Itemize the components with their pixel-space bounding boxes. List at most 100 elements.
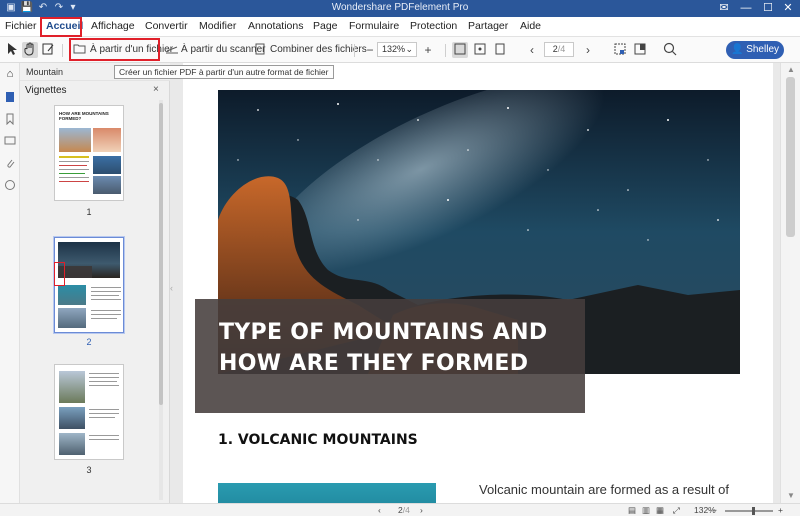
next-page-icon[interactable]: ›: [580, 42, 596, 58]
menu-partager[interactable]: Partager: [468, 20, 508, 32]
thumbnails-icon[interactable]: [3, 91, 17, 105]
search-icon[interactable]: [662, 42, 678, 58]
previous-page-icon[interactable]: ‹: [524, 42, 540, 58]
thumbnail-1-text: [59, 173, 85, 174]
zoom-slider[interactable]: [725, 510, 773, 512]
body-text: Volcanic mountain are formed as a result…: [479, 482, 730, 497]
vertical-scroll-thumb[interactable]: [786, 77, 795, 237]
user-name: Shelley: [746, 44, 780, 55]
document-viewport[interactable]: TYPE OF MOUNTAINS AND HOW ARE THEY FORME…: [170, 63, 780, 503]
zoom-out-button[interactable]: −: [362, 42, 378, 58]
fit-view-icon[interactable]: ⤢: [673, 505, 680, 516]
thumbnail-1-title: HOW ARE MOUNTAINS FORMED?: [59, 111, 109, 121]
page-number-input[interactable]: 2/4: [544, 42, 574, 57]
home-icon[interactable]: ⌂: [3, 67, 17, 81]
comment-icon[interactable]: [3, 135, 17, 149]
menu-affichage[interactable]: Affichage: [91, 20, 135, 32]
menu-modifier[interactable]: Modifier: [199, 20, 236, 32]
toolbar-separator: [445, 44, 446, 57]
tooltip: Créer un fichier PDF à partir d'un autre…: [114, 65, 334, 79]
thumbnail-page-number-1: 1: [86, 207, 92, 217]
menu-fichier[interactable]: Fichier: [5, 20, 37, 32]
attachment-icon[interactable]: [3, 157, 17, 171]
section-image: [218, 483, 436, 503]
scroll-down-icon[interactable]: ▼: [787, 491, 795, 500]
menu-page[interactable]: Page: [313, 20, 338, 32]
screenshot-icon[interactable]: [612, 42, 628, 58]
status-bar: ‹ 2/4 › ▤ ▥ ▦ ⤢ 132% − +: [0, 503, 800, 516]
document-page: TYPE OF MOUNTAINS AND HOW ARE THEY FORME…: [183, 63, 773, 503]
thumbnail-2-text: [91, 310, 121, 311]
thumbnail-panel-heading: Vignettes: [25, 85, 67, 96]
status-prev-page-icon[interactable]: ‹: [378, 505, 381, 516]
close-window-button[interactable]: ✕: [778, 1, 798, 16]
collapse-panel-icon[interactable]: ‹: [170, 283, 173, 293]
thumbnail-scrollbar[interactable]: [159, 103, 163, 405]
edit-icon[interactable]: [40, 42, 56, 58]
single-page-view-icon[interactable]: ▤: [628, 505, 636, 516]
scroll-up-icon[interactable]: ▲: [787, 65, 795, 74]
scanner-icon: [164, 42, 180, 58]
thumbnail-1-highlight: [59, 156, 89, 158]
thumbnail-3-text: [89, 385, 119, 386]
thumbnail-3-image: [59, 371, 85, 403]
menu-annotations[interactable]: Annotations: [248, 20, 303, 32]
maximize-button[interactable]: ☐: [758, 1, 778, 16]
thumbnail-1-image-3: [93, 156, 121, 174]
thumbnail-2-text: [91, 287, 121, 288]
thumbnail-page-3[interactable]: [54, 364, 124, 460]
combine-files-button[interactable]: Combiner des fichiers: [270, 41, 367, 59]
rotate-page-icon[interactable]: [492, 42, 508, 58]
thumbnail-2-highlight-box: [54, 262, 65, 286]
status-page-indicator[interactable]: 2/4: [398, 505, 410, 516]
from-file-highlight-box: [69, 38, 160, 61]
thumbnail-3-text: [89, 377, 119, 378]
thumbnail-2-text: [91, 318, 117, 319]
zoom-select[interactable]: 132% ⌄: [377, 42, 417, 57]
status-next-page-icon[interactable]: ›: [420, 505, 423, 516]
thumbnail-1-text: [59, 177, 89, 178]
continuous-view-icon[interactable]: ▦: [656, 505, 664, 516]
hand-tool-icon[interactable]: [22, 42, 38, 58]
two-page-view-icon[interactable]: ▥: [642, 505, 650, 516]
mail-icon[interactable]: ✉: [714, 1, 734, 16]
document-vertical-scrollbar[interactable]: ▲ ▼: [780, 63, 800, 503]
bookmark-view-icon[interactable]: [632, 42, 648, 58]
menu-protection[interactable]: Protection: [410, 20, 457, 32]
status-zoom-in-icon[interactable]: +: [778, 505, 783, 516]
thumbnail-1-text: [59, 181, 89, 182]
bookmark-icon[interactable]: [3, 113, 17, 127]
chat-icon[interactable]: [3, 179, 17, 193]
menu-aide[interactable]: Aide: [520, 20, 541, 32]
toolbar-separator: [354, 44, 355, 57]
zoom-slider-handle[interactable]: [752, 507, 755, 515]
minimize-button[interactable]: —: [736, 1, 756, 16]
status-zoom-out-icon[interactable]: −: [712, 505, 717, 516]
thumbnail-1-image-2: [93, 128, 121, 152]
menu-bar: Fichier Accueil Affichage Convertir Modi…: [0, 17, 800, 37]
user-icon: 👤: [730, 44, 747, 55]
status-page-total: /4: [402, 505, 410, 515]
thumbnail-3-text: [89, 417, 115, 418]
user-account-button[interactable]: 👤 Shelley: [726, 41, 784, 59]
thumbnail-3-text: [89, 439, 119, 440]
thumbnail-3-text: [89, 381, 117, 382]
thumbnail-page-1[interactable]: HOW ARE MOUNTAINS FORMED?: [54, 105, 124, 201]
close-panel-button[interactable]: ×: [153, 84, 159, 95]
thumbnail-3-text: [89, 435, 119, 436]
thumbnail-2-text: [91, 314, 121, 315]
thumbnail-1-text: [59, 161, 89, 162]
select-cursor-icon[interactable]: [4, 42, 20, 58]
thumbnail-2-text: [91, 295, 119, 296]
zoom-in-button[interactable]: +: [420, 42, 436, 58]
thumbnail-3-image-2: [59, 407, 85, 429]
menu-convertir[interactable]: Convertir: [145, 20, 188, 32]
thumbnail-2-image-2: [58, 285, 86, 305]
menu-formulaire[interactable]: Formulaire: [349, 20, 399, 32]
fit-page-icon[interactable]: [452, 42, 468, 58]
toolbar-separator: [62, 44, 63, 57]
fit-width-icon[interactable]: [472, 42, 488, 58]
thumbnail-page-number-3: 3: [86, 465, 92, 475]
title-bar: ▣ 💾 ↶ ↷ ▾ Wondershare PDFelement Pro ✉ —…: [0, 0, 800, 17]
thumbnail-3-text: [89, 409, 119, 410]
